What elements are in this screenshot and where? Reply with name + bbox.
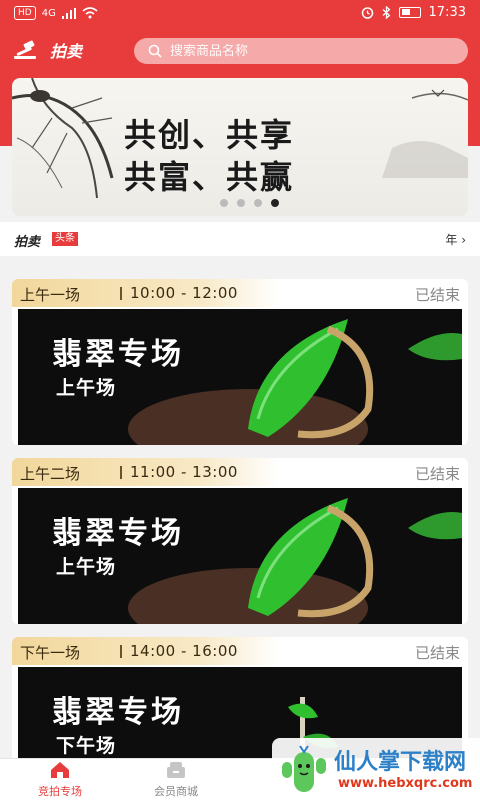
status-right: 17:33 (361, 5, 466, 20)
session-name: 下午一场 (20, 644, 81, 662)
session-separator (120, 645, 122, 658)
bluetooth-icon (382, 6, 391, 19)
alarm-icon (361, 7, 373, 19)
store-icon (167, 762, 185, 778)
news-title: 拍卖 (14, 235, 41, 250)
session-card[interactable]: 上午一场 10:00 - 12:00 已结束 翡翠专场 上午场 (12, 279, 468, 445)
signal-icon (61, 7, 76, 19)
session-image-subtitle: 上午场 (56, 377, 117, 399)
banner-headline-2: 共富、共赢 (124, 158, 295, 196)
carousel-dot[interactable] (220, 199, 228, 207)
wifi-icon (82, 7, 98, 19)
nav-label: 会员商城 (154, 785, 198, 798)
home-icon (51, 762, 69, 778)
session-time: 10:00 - 12:00 (130, 284, 238, 302)
nav-label: 竞拍专场 (38, 785, 82, 798)
session-image-title: 翡翠专场 (52, 695, 184, 730)
network-label: 4G (41, 7, 56, 19)
watermark-url: www.hebxqrc.com (338, 776, 473, 791)
search-bar[interactable] (134, 38, 468, 64)
news-more-link[interactable]: 年 › (445, 231, 466, 248)
battery-icon (398, 7, 421, 18)
session-image[interactable]: 翡翠专场 上午场 (18, 488, 462, 624)
banner-carousel[interactable]: 共创、共享 共富、共赢 (12, 78, 468, 216)
hd-badge: HD (14, 6, 36, 20)
carousel-dot[interactable] (254, 199, 262, 207)
chevron-right-icon: › (461, 233, 466, 247)
session-status: 已结束 (414, 286, 460, 304)
logo-text: 拍卖 (50, 42, 83, 61)
session-name: 上午二场 (20, 465, 81, 483)
app-logo: 拍卖 (14, 38, 82, 62)
session-image-title: 翡翠专场 (52, 337, 184, 372)
session-header: 上午二场 11:00 - 13:00 已结束 (12, 458, 468, 486)
banner-headline-1: 共创、共享 (124, 116, 295, 154)
status-left: HD 4G (14, 6, 98, 20)
search-input[interactable] (170, 43, 430, 59)
gavel-icon (14, 40, 36, 59)
news-ticker[interactable]: 拍卖 头条 年 › (0, 222, 480, 256)
session-image[interactable]: 翡翠专场 上午场 (18, 309, 462, 445)
carousel-dot[interactable] (237, 199, 245, 207)
session-time: 11:00 - 13:00 (130, 463, 238, 481)
news-more-label: 年 (445, 233, 458, 247)
watermark-text: 仙人掌下载网 (334, 750, 467, 775)
watermark: 仙人掌下载网 www.hebxqrc.com (272, 738, 480, 800)
session-time: 14:00 - 16:00 (130, 642, 238, 660)
session-image-subtitle: 下午场 (56, 735, 117, 757)
session-header: 上午一场 10:00 - 12:00 已结束 (12, 279, 468, 307)
carousel-indicator (220, 199, 279, 207)
news-tag: 头条 (52, 232, 78, 246)
cactus-logo-icon (282, 745, 326, 792)
status-bar: HD 4G 17:33 (0, 0, 480, 28)
session-name: 上午一场 (20, 286, 81, 304)
search-icon (148, 44, 162, 58)
session-image-title: 翡翠专场 (52, 516, 184, 551)
session-status: 已结束 (414, 465, 460, 483)
carousel-dot-active[interactable] (271, 199, 279, 207)
nav-item-auction[interactable]: 竞拍专场 (20, 761, 100, 799)
session-status: 已结束 (414, 644, 460, 662)
clock: 17:33 (428, 5, 466, 20)
session-separator (120, 287, 122, 300)
nav-item-store[interactable]: 会员商城 (136, 761, 216, 799)
session-separator (120, 466, 122, 479)
session-header: 下午一场 14:00 - 16:00 已结束 (12, 637, 468, 665)
session-card[interactable]: 上午二场 11:00 - 13:00 已结束 翡翠专场 上午场 (12, 458, 468, 624)
session-image-subtitle: 上午场 (56, 556, 117, 578)
